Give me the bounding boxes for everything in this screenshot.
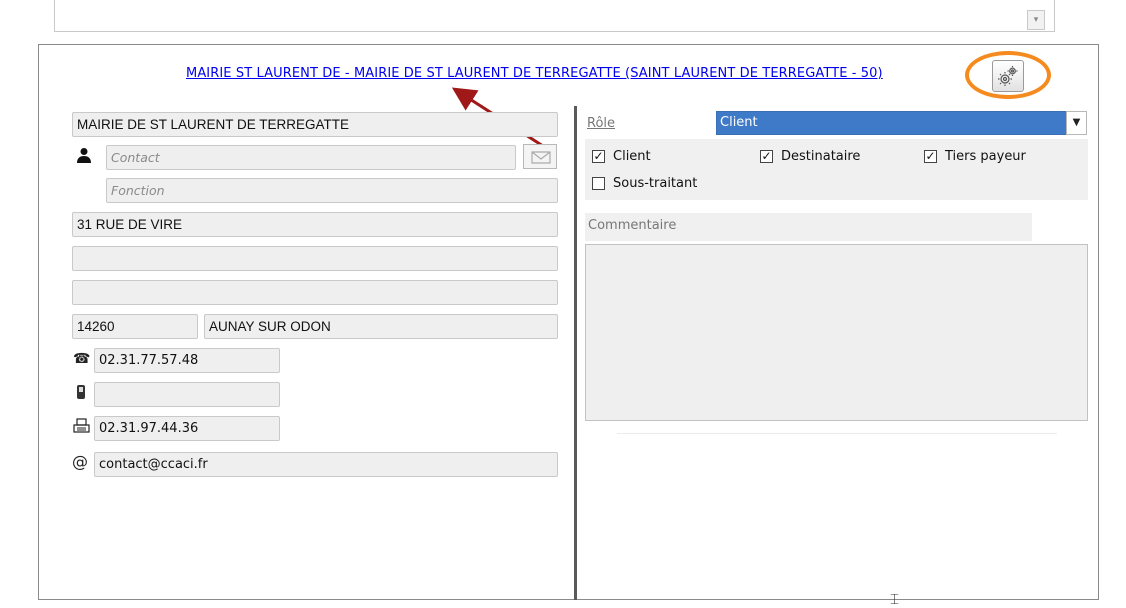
checkbox-client[interactable]: ✓ Client — [592, 149, 651, 164]
checkbox-destinataire[interactable]: ✓ Destinataire — [760, 149, 860, 164]
postal-code-field[interactable]: 14260 — [72, 314, 198, 339]
send-mail-button[interactable] — [523, 144, 557, 169]
person-icon — [76, 147, 92, 167]
dropdown-arrow-icon[interactable]: ▼ — [1066, 111, 1087, 135]
company-name-field[interactable]: MAIRIE DE ST LAURENT DE TERREGATTE — [72, 112, 558, 137]
role-select[interactable]: Client — [716, 111, 1087, 135]
contact-field[interactable]: Contact — [106, 145, 516, 170]
top-text-field[interactable] — [54, 0, 1055, 32]
city-field[interactable]: AUNAY SUR ODON — [204, 314, 558, 339]
checkbox-client-label: Client — [613, 149, 651, 164]
mobile-phone-icon — [75, 384, 87, 404]
telephone-icon: ☎ — [73, 351, 91, 367]
checkbox-checked-icon[interactable]: ✓ — [760, 150, 773, 163]
settings-button[interactable] — [992, 60, 1024, 92]
comment-textarea[interactable] — [585, 244, 1088, 421]
checkbox-unchecked-icon[interactable] — [592, 177, 605, 190]
address-line-1[interactable]: 31 RUE DE VIRE — [72, 212, 558, 237]
phone-field[interactable]: 02.31.77.57.48 — [94, 348, 280, 373]
role-label: Rôle — [587, 116, 616, 131]
email-field[interactable]: contact@ccaci.fr — [94, 452, 558, 477]
role-selected-value: Client — [720, 115, 758, 130]
fax-field[interactable]: 02.31.97.44.36 — [94, 416, 280, 441]
panel-divider[interactable] — [574, 106, 577, 600]
address-line-3[interactable] — [72, 280, 558, 305]
gear-icon — [998, 66, 1018, 86]
text-cursor-icon: ⌶ — [890, 590, 900, 608]
separator-line — [617, 433, 1057, 434]
at-sign-icon: @ — [72, 452, 88, 471]
scroll-down-icon[interactable]: ▾ — [1027, 10, 1045, 30]
checkbox-sous-traitant[interactable]: Sous-traitant — [592, 176, 697, 191]
checkbox-tiers-payeur-label: Tiers payeur — [945, 149, 1026, 164]
checkbox-sous-traitant-label: Sous-traitant — [613, 176, 698, 191]
checkbox-destinataire-label: Destinataire — [781, 149, 861, 164]
envelope-icon — [531, 151, 551, 164]
checkbox-checked-icon[interactable]: ✓ — [924, 150, 937, 163]
mobile-field[interactable] — [94, 382, 280, 407]
checkbox-checked-icon[interactable]: ✓ — [592, 150, 605, 163]
fonction-field[interactable]: Fonction — [106, 178, 558, 203]
comment-label: Commentaire — [585, 213, 1032, 241]
fonction-placeholder: Fonction — [111, 183, 165, 198]
fax-icon — [73, 418, 90, 438]
contact-placeholder: Contact — [111, 150, 160, 165]
checkbox-tiers-payeur[interactable]: ✓ Tiers payeur — [924, 149, 1026, 164]
record-title-link[interactable]: MAIRIE ST LAURENT DE - MAIRIE DE ST LAUR… — [186, 66, 883, 81]
address-line-2[interactable] — [72, 246, 558, 271]
